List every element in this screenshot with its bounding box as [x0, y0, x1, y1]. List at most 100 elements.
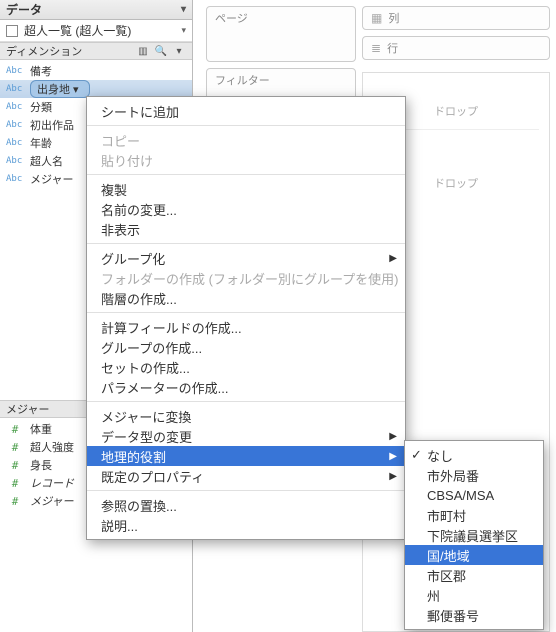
menu-label: 階層の作成... [101, 289, 177, 308]
dimensions-header: ディメンション ▥ 🔍 ▾ [0, 42, 192, 60]
abc-icon: Abc [6, 174, 24, 184]
submenu-arrow-icon: ▶ [389, 451, 397, 462]
field-label: メジャー [30, 171, 73, 187]
menu-label: データ型の変更 [101, 427, 192, 446]
submenu-item[interactable]: 国/地域 [405, 545, 543, 565]
menu-item[interactable]: 名前の変更... [87, 199, 405, 219]
menu-separator [87, 125, 405, 126]
menu-label: フォルダーの作成 (フォルダー別にグループを使用) [101, 269, 399, 288]
menu-item[interactable]: 計算フィールドの作成... [87, 317, 405, 337]
menu-item[interactable]: セットの作成... [87, 357, 405, 377]
field-label: 出身地 ▾ [30, 80, 90, 98]
rows-icon: ≣ [371, 41, 381, 55]
menu-separator [87, 312, 405, 313]
menu-item[interactable]: シートに追加 [87, 101, 405, 121]
search-icon[interactable]: 🔍 [154, 44, 168, 58]
menu-icon[interactable]: ▾ [172, 44, 186, 58]
field-label: 初出作品 [30, 117, 74, 133]
geo-role-submenu: ✓なし市外局番 CBSA/MSA 市町村下院議員選挙区国/地域市区郡州郵便番号 [404, 440, 544, 630]
abc-icon: Abc [6, 66, 24, 76]
abc-icon: Abc [6, 84, 24, 94]
menu-label: メジャーに変換 [101, 407, 191, 426]
menu-label: 複製 [101, 180, 127, 199]
menu-separator [87, 490, 405, 491]
menu-item[interactable]: 説明... [87, 515, 405, 535]
measures-label: メジャー [6, 401, 49, 417]
menu-label: 参照の置換... [101, 496, 177, 515]
menu-label: パラメーターの作成... [101, 378, 228, 397]
menu-label: 非表示 [101, 220, 140, 239]
hash-icon: # [6, 423, 24, 436]
datasource-row[interactable]: 超人一覧 (超人一覧) ▾ [0, 20, 192, 42]
menu-item: フォルダーの作成 (フォルダー別にグループを使用) [87, 268, 405, 288]
datasource-icon [6, 25, 18, 37]
menu-label: グループの作成... [101, 338, 202, 357]
menu-label: グループ化 [101, 249, 165, 268]
abc-icon: Abc [6, 156, 24, 166]
collapse-icon[interactable]: ▾ [181, 4, 186, 15]
menu-label: セットの作成... [101, 358, 190, 377]
dimensions-label: ディメンション [6, 43, 82, 59]
menu-label: シートに追加 [101, 102, 179, 121]
menu-item[interactable]: データ型の変更 ▶ [87, 426, 405, 446]
menu-item[interactable]: 地理的役割▶ [87, 446, 405, 466]
submenu-label: なし [427, 446, 453, 465]
field-label: メジャー [30, 493, 73, 509]
data-pane-header: データ ▾ [0, 0, 192, 20]
submenu-item[interactable]: 市外局番 [405, 465, 543, 485]
field-label: 超人強度 [30, 439, 74, 455]
field-label: 分類 [30, 99, 52, 115]
abc-icon: Abc [6, 120, 24, 130]
submenu-arrow-icon: ▶ [389, 431, 397, 442]
submenu-item[interactable]: 市町村 [405, 505, 543, 525]
hash-icon: # [6, 477, 24, 490]
field-label: 身長 [30, 457, 52, 473]
submenu-item[interactable]: 州 [405, 585, 543, 605]
columns-shelf[interactable]: ▦列 [362, 6, 550, 30]
menu-item[interactable]: 複製 [87, 179, 405, 199]
menu-item[interactable]: メジャーに変換 [87, 406, 405, 426]
view-icon[interactable]: ▥ [136, 44, 150, 58]
field-label: 超人名 [30, 153, 63, 169]
submenu-item[interactable]: 市区郡 [405, 565, 543, 585]
menu-label: コピー [101, 131, 140, 150]
menu-separator [87, 401, 405, 402]
submenu-arrow-icon: ▶ [389, 253, 397, 264]
submenu-label: 市外局番 [427, 466, 479, 485]
submenu-item[interactable]: ✓なし [405, 445, 543, 465]
rows-shelf[interactable]: ≣行 [362, 36, 550, 60]
field-label: 体重 [30, 421, 52, 437]
menu-separator [87, 243, 405, 244]
hash-icon: # [6, 441, 24, 454]
columns-icon: ▦ [371, 11, 382, 25]
submenu-label: 国/地域 [427, 546, 470, 565]
menu-separator [87, 174, 405, 175]
submenu-label: CBSA/MSA [427, 488, 494, 503]
menu-item[interactable]: 非表示 [87, 219, 405, 239]
field-label: レコード [30, 475, 74, 491]
data-pane-title: データ [6, 1, 42, 18]
menu-item[interactable]: 参照の置換... [87, 495, 405, 515]
dimension-field[interactable]: Abc 備考 [0, 62, 192, 80]
field-label: 備考 [30, 63, 52, 79]
submenu-label: 州 [427, 586, 440, 605]
filters-label: フィルター [215, 72, 270, 88]
abc-icon: Abc [6, 102, 24, 112]
pages-label: ページ [215, 10, 248, 26]
rows-label: 行 [387, 40, 398, 56]
menu-item[interactable]: 階層の作成... [87, 288, 405, 308]
submenu-item[interactable]: 下院議員選挙区 [405, 525, 543, 545]
context-menu: シートに追加コピー貼り付け複製名前の変更...非表示グループ化▶フォルダーの作成… [86, 96, 406, 540]
menu-label: 既定のプロパティ [101, 467, 204, 486]
hash-icon: # [6, 495, 24, 508]
menu-item[interactable]: パラメーターの作成... [87, 377, 405, 397]
columns-label: 列 [388, 10, 399, 26]
menu-label: 名前の変更... [101, 200, 177, 219]
menu-item[interactable]: グループの作成... [87, 337, 405, 357]
menu-item[interactable]: グループ化 ▶ [87, 248, 405, 268]
datasource-arrow-icon: ▾ [181, 25, 186, 36]
submenu-item[interactable]: 郵便番号 [405, 605, 543, 625]
submenu-item[interactable]: CBSA/MSA [405, 485, 543, 505]
pages-shelf[interactable]: ページ [206, 6, 356, 62]
menu-item[interactable]: 既定のプロパティ▶ [87, 466, 405, 486]
